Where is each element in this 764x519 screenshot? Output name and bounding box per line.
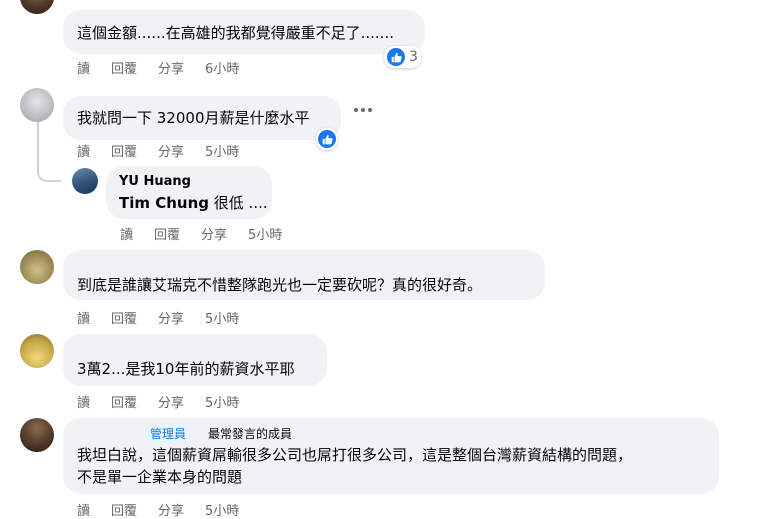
reply-bubble: YU Huang Tim Chung 很低 .... [106,166,272,219]
timestamp[interactable]: 5小時 [205,141,239,160]
read-link[interactable]: 讀 [77,58,90,77]
comment-bubble: 這個金額......在高雄的我都覺得嚴重不足了....... [63,10,425,54]
comment-actions: 讀 回覆 分享 5小時 [77,308,239,327]
reply-text: Tim Chung 很低 .... [119,192,268,214]
reaction-summary[interactable] [316,128,338,150]
thumbs-up-icon [387,48,405,66]
timestamp[interactable]: 5小時 [248,224,282,243]
timestamp[interactable]: 5小時 [205,308,239,327]
reply-link[interactable]: 回覆 [111,392,137,411]
read-link[interactable]: 讀 [120,224,133,243]
comment-text: 3萬2...是我10年前的薪資水平耶 [77,360,295,378]
share-link[interactable]: 分享 [201,224,227,243]
commenter-avatar[interactable] [20,250,54,284]
share-link[interactable]: 分享 [158,58,184,77]
thread-connector [37,158,61,182]
commenter-avatar[interactable] [20,418,54,452]
comment-text: 這個金額......在高雄的我都覺得嚴重不足了....... [77,24,394,42]
share-link[interactable]: 分享 [158,141,184,160]
read-link[interactable]: 讀 [77,500,90,519]
top-contributor-badge[interactable]: 最常發言的成員 [203,424,298,444]
comment-text-line-1: 我坦白說，這個薪資屌輸很多公司也屌打很多公司，這是整個台灣薪資結構的問題， [77,446,633,464]
read-link[interactable]: 讀 [77,392,90,411]
comment-bubble: 到底是誰讓艾瑞克不惜整隊跑光也一定要砍呢？真的很好奇。 [63,250,545,300]
comment-actions: 讀 回覆 分享 5小時 [77,500,239,519]
reaction-summary[interactable]: 3 [384,46,421,68]
comment-actions: 讀 回覆 分享 6小時 [77,58,239,77]
mention-link[interactable]: Tim Chung [119,194,209,212]
comment-text: 到底是誰讓艾瑞克不惜整隊跑光也一定要砍呢？真的很好奇。 [77,276,483,294]
comment-actions: 讀 回覆 分享 5小時 [77,392,239,411]
reply-link[interactable]: 回覆 [154,224,180,243]
reply-link[interactable]: 回覆 [111,141,137,160]
timestamp[interactable]: 5小時 [205,500,239,519]
share-link[interactable]: 分享 [158,308,184,327]
commenter-avatar[interactable] [20,334,54,368]
more-options-icon[interactable] [354,108,372,112]
reaction-count: 3 [409,49,418,65]
comment-bubble: 管理員 最常發言的成員 我坦白說，這個薪資屌輸很多公司也屌打很多公司，這是整個台… [63,418,719,494]
commenter-avatar[interactable] [20,88,54,122]
reply-link[interactable]: 回覆 [111,58,137,77]
share-link[interactable]: 分享 [158,392,184,411]
comment-actions: 讀 回覆 分享 5小時 [77,141,239,160]
comment-bubble: 我就問一下 32000月薪是什麼水平 [63,96,341,140]
timestamp[interactable]: 5小時 [205,392,239,411]
replier-avatar[interactable] [72,168,98,194]
comment-text: 我就問一下 32000月薪是什麼水平 [77,109,310,127]
timestamp[interactable]: 6小時 [205,58,239,77]
thumbs-up-icon [318,130,336,148]
reply-link[interactable]: 回覆 [111,500,137,519]
commenter-avatar[interactable] [20,0,54,14]
comment-bubble: 3萬2...是我10年前的薪資水平耶 [63,334,327,386]
read-link[interactable]: 讀 [77,141,90,160]
reply-body: 很低 .... [209,194,268,212]
reply-actions: 讀 回覆 分享 5小時 [120,224,282,243]
read-link[interactable]: 讀 [77,308,90,327]
share-link[interactable]: 分享 [158,500,184,519]
comment-text-line-2: 不是單一企業本身的問題 [77,468,243,486]
admin-badge[interactable]: 管理員 [145,424,192,444]
thread-line [37,122,39,162]
reply-author[interactable]: YU Huang [119,174,191,189]
reply-link[interactable]: 回覆 [111,308,137,327]
